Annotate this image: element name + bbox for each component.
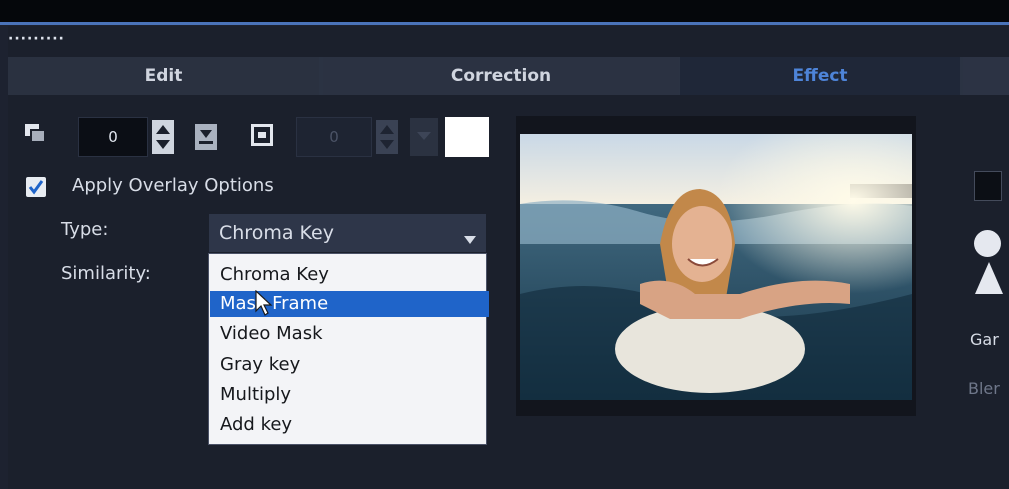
- option-chroma-key[interactable]: Chroma Key: [210, 262, 489, 288]
- border-dropdown-icon[interactable]: [410, 118, 438, 160]
- tab-edit[interactable]: Edit: [8, 57, 319, 95]
- side-checkbox[interactable]: [974, 171, 1002, 201]
- type-label: Type:: [61, 219, 109, 240]
- window-title-bar: [0, 0, 1009, 22]
- tab-overflow[interactable]: [963, 57, 1009, 95]
- type-select[interactable]: Chroma Key: [209, 214, 486, 252]
- overlay-icon[interactable]: [25, 124, 47, 148]
- tab-effect[interactable]: Effect: [680, 57, 960, 95]
- spinner-arrows-icon[interactable]: [152, 120, 174, 158]
- tab-correction[interactable]: Correction: [323, 57, 679, 95]
- border-color-swatch[interactable]: [445, 117, 489, 157]
- border-spinner-icon[interactable]: [376, 120, 398, 158]
- type-dropdown-list: Chroma Key Mask Frame Video Mask Gray ke…: [208, 253, 489, 445]
- border-icon[interactable]: [251, 124, 273, 150]
- blend-label: Bler: [968, 379, 1000, 398]
- apply-overlay-label: Apply Overlay Options: [72, 175, 274, 196]
- gamma-label: Gar: [970, 330, 999, 349]
- title-accent-line: [0, 22, 1009, 25]
- similarity-label: Similarity:: [61, 263, 151, 284]
- option-mask-frame[interactable]: Mask Frame: [210, 291, 489, 317]
- panel-grip-handle[interactable]: ·········: [8, 31, 118, 47]
- border-value-field[interactable]: 0: [296, 117, 372, 157]
- option-multiply[interactable]: Multiply: [210, 382, 489, 408]
- apply-overlay-checkbox[interactable]: [26, 177, 46, 197]
- option-gray-key[interactable]: Gray key: [210, 352, 489, 378]
- chevron-down-icon: [464, 229, 476, 248]
- mouse-cursor-icon: [254, 289, 274, 320]
- dropdown-arrow-icon[interactable]: [195, 124, 217, 154]
- triangle-shape-icon[interactable]: [975, 262, 1003, 294]
- option-video-mask[interactable]: Video Mask: [210, 321, 489, 347]
- circle-shape-icon[interactable]: [974, 230, 1001, 257]
- preview-image: [520, 134, 912, 400]
- checkmark-icon: [28, 180, 44, 195]
- option-add-key[interactable]: Add key: [210, 412, 489, 438]
- opacity-value-field[interactable]: 0: [78, 117, 148, 157]
- video-preview[interactable]: [516, 116, 916, 416]
- type-select-value: Chroma Key: [219, 222, 334, 244]
- tab-bar: Edit Correction Effect: [8, 57, 1009, 95]
